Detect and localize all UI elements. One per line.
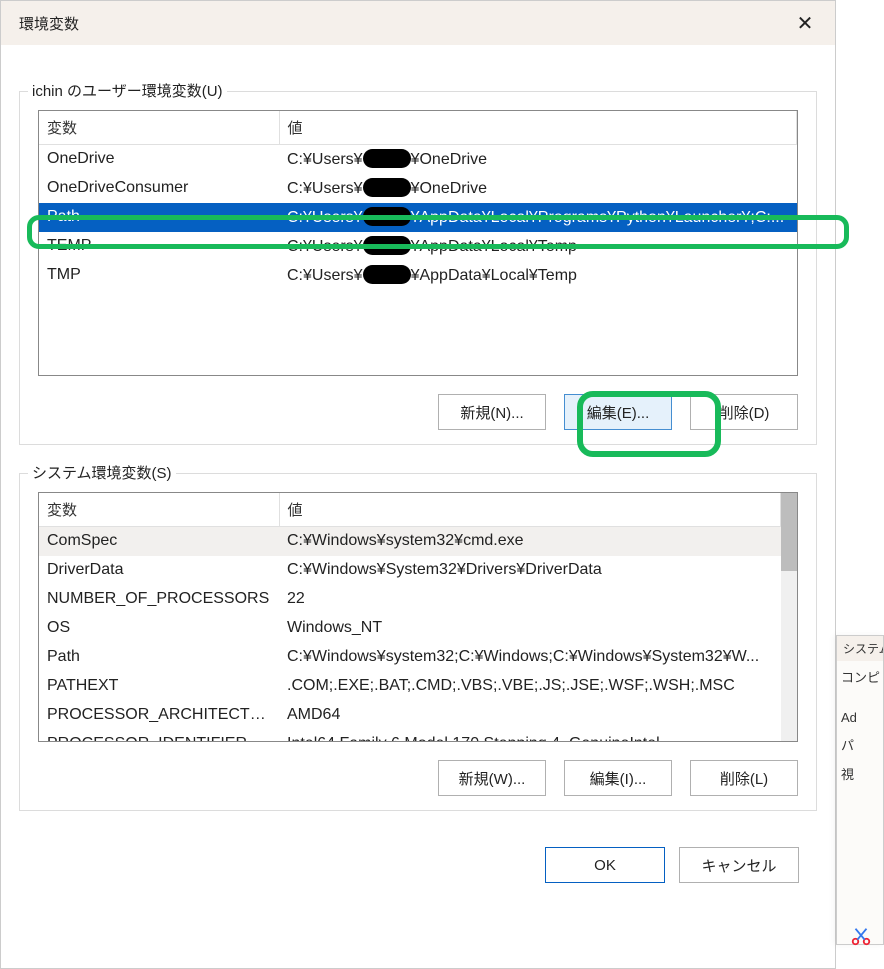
var-cell: Path	[39, 203, 279, 232]
var-cell: PROCESSOR_IDENTIFIER	[39, 730, 279, 742]
val-cell: C:¥Users¥¥AppData¥Local¥Temp	[279, 232, 797, 261]
var-cell: OS	[39, 614, 279, 643]
user-delete-button[interactable]: 削除(D)	[690, 394, 798, 430]
val-cell: C:¥Users¥¥AppData¥Local¥Programs¥Python¥…	[279, 203, 797, 232]
val-cell: AMD64	[279, 701, 781, 730]
env-vars-dialog: 環境変数 ✕ ichin のユーザー環境変数(U) 変数 値 OneDriveC…	[0, 0, 836, 969]
user-buttons: 新規(N)... 編集(E)... 削除(D)	[38, 394, 798, 430]
redacted-username	[363, 265, 411, 284]
var-cell: NUMBER_OF_PROCESSORS	[39, 585, 279, 614]
redacted-username	[363, 236, 411, 255]
table-row[interactable]: DriverDataC:¥Windows¥System32¥Drivers¥Dr…	[39, 556, 781, 585]
user-vars-table[interactable]: 変数 値 OneDriveC:¥Users¥¥OneDriveOneDriveC…	[39, 111, 797, 290]
var-cell: ComSpec	[39, 527, 279, 556]
titlebar: 環境変数 ✕	[1, 1, 835, 45]
dialog-content: ichin のユーザー環境変数(U) 変数 値 OneDriveC:¥Users…	[1, 45, 835, 901]
val-cell: C:¥Windows¥system32¥cmd.exe	[279, 527, 781, 556]
close-icon[interactable]: ✕	[793, 11, 817, 36]
scroll-thumb[interactable]	[781, 493, 797, 571]
redacted-username	[363, 149, 411, 168]
system-edit-button[interactable]: 編集(I)...	[564, 760, 672, 796]
side-window-title: システム	[837, 636, 883, 661]
table-row[interactable]: TMPC:¥Users¥¥AppData¥Local¥Temp	[39, 261, 797, 290]
system-vars-table[interactable]: 変数 値 ComSpecC:¥Windows¥system32¥cmd.exeD…	[39, 493, 781, 741]
table-row[interactable]: PROCESSOR_IDENTIFIERIntel64 Family 6 Mod…	[39, 730, 781, 742]
user-new-button[interactable]: 新規(N)...	[438, 394, 546, 430]
dialog-title: 環境変数	[19, 13, 79, 34]
system-section-label: システム環境変数(S)	[28, 462, 176, 483]
val-cell: 22	[279, 585, 781, 614]
val-cell: .COM;.EXE;.BAT;.CMD;.VBS;.VBE;.JS;.JSE;.…	[279, 672, 781, 701]
side-partial-window: システム コンピ Ad パ 視	[836, 635, 884, 945]
system-vars-section: システム環境変数(S) 変数 値 ComSpecC:¥Windows¥syste…	[19, 473, 817, 811]
system-new-button[interactable]: 新規(W)...	[438, 760, 546, 796]
sys-col-var[interactable]: 変数	[39, 493, 279, 527]
var-cell: DriverData	[39, 556, 279, 585]
val-cell: Windows_NT	[279, 614, 781, 643]
table-row[interactable]: OneDriveConsumerC:¥Users¥¥OneDrive	[39, 174, 797, 203]
val-cell: Intel64 Family 6 Model 170 Stepping 4, G…	[279, 730, 781, 742]
side-text-3: パ	[841, 735, 879, 754]
redacted-username	[363, 178, 411, 197]
table-row[interactable]: PathC:¥Users¥¥AppData¥Local¥Programs¥Pyt…	[39, 203, 797, 232]
system-vars-table-wrap: 変数 値 ComSpecC:¥Windows¥system32¥cmd.exeD…	[38, 492, 798, 742]
var-cell: Path	[39, 643, 279, 672]
var-cell: PROCESSOR_ARCHITECTURE	[39, 701, 279, 730]
var-cell: TMP	[39, 261, 279, 290]
user-vars-section: ichin のユーザー環境変数(U) 変数 値 OneDriveC:¥Users…	[19, 91, 817, 445]
val-cell: C:¥Users¥¥OneDrive	[279, 145, 797, 174]
table-row[interactable]: TEMPC:¥Users¥¥AppData¥Local¥Temp	[39, 232, 797, 261]
table-row[interactable]: OSWindows_NT	[39, 614, 781, 643]
dialog-bottom-buttons: OK キャンセル	[19, 847, 817, 883]
var-cell: PATHEXT	[39, 672, 279, 701]
system-scrollbar[interactable]	[781, 493, 797, 741]
system-buttons: 新規(W)... 編集(I)... 削除(L)	[38, 760, 798, 796]
system-delete-button[interactable]: 削除(L)	[690, 760, 798, 796]
val-cell: C:¥Users¥¥OneDrive	[279, 174, 797, 203]
user-col-val[interactable]: 値	[279, 111, 797, 145]
var-cell: TEMP	[39, 232, 279, 261]
table-row[interactable]: PathC:¥Windows¥system32;C:¥Windows;C:¥Wi…	[39, 643, 781, 672]
snipping-tool-icon[interactable]	[850, 925, 872, 947]
val-cell: C:¥Windows¥system32;C:¥Windows;C:¥Window…	[279, 643, 781, 672]
ok-button[interactable]: OK	[545, 847, 665, 883]
user-vars-table-wrap: 変数 値 OneDriveC:¥Users¥¥OneDriveOneDriveC…	[38, 110, 798, 376]
sys-col-val[interactable]: 値	[279, 493, 781, 527]
side-text-4: 視	[841, 764, 879, 783]
side-text-1: コンピ	[841, 667, 879, 686]
table-row[interactable]: ComSpecC:¥Windows¥system32¥cmd.exe	[39, 527, 781, 556]
table-row[interactable]: PROCESSOR_ARCHITECTUREAMD64	[39, 701, 781, 730]
redacted-username	[363, 207, 411, 226]
user-edit-button[interactable]: 編集(E)...	[564, 394, 672, 430]
table-row[interactable]: PATHEXT.COM;.EXE;.BAT;.CMD;.VBS;.VBE;.JS…	[39, 672, 781, 701]
var-cell: OneDriveConsumer	[39, 174, 279, 203]
user-section-label: ichin のユーザー環境変数(U)	[28, 80, 227, 101]
var-cell: OneDrive	[39, 145, 279, 174]
val-cell: C:¥Users¥¥AppData¥Local¥Temp	[279, 261, 797, 290]
val-cell: C:¥Windows¥System32¥Drivers¥DriverData	[279, 556, 781, 585]
table-row[interactable]: OneDriveC:¥Users¥¥OneDrive	[39, 145, 797, 174]
table-row[interactable]: NUMBER_OF_PROCESSORS22	[39, 585, 781, 614]
side-text-2: Ad	[841, 710, 879, 725]
cancel-button[interactable]: キャンセル	[679, 847, 799, 883]
user-col-var[interactable]: 変数	[39, 111, 279, 145]
